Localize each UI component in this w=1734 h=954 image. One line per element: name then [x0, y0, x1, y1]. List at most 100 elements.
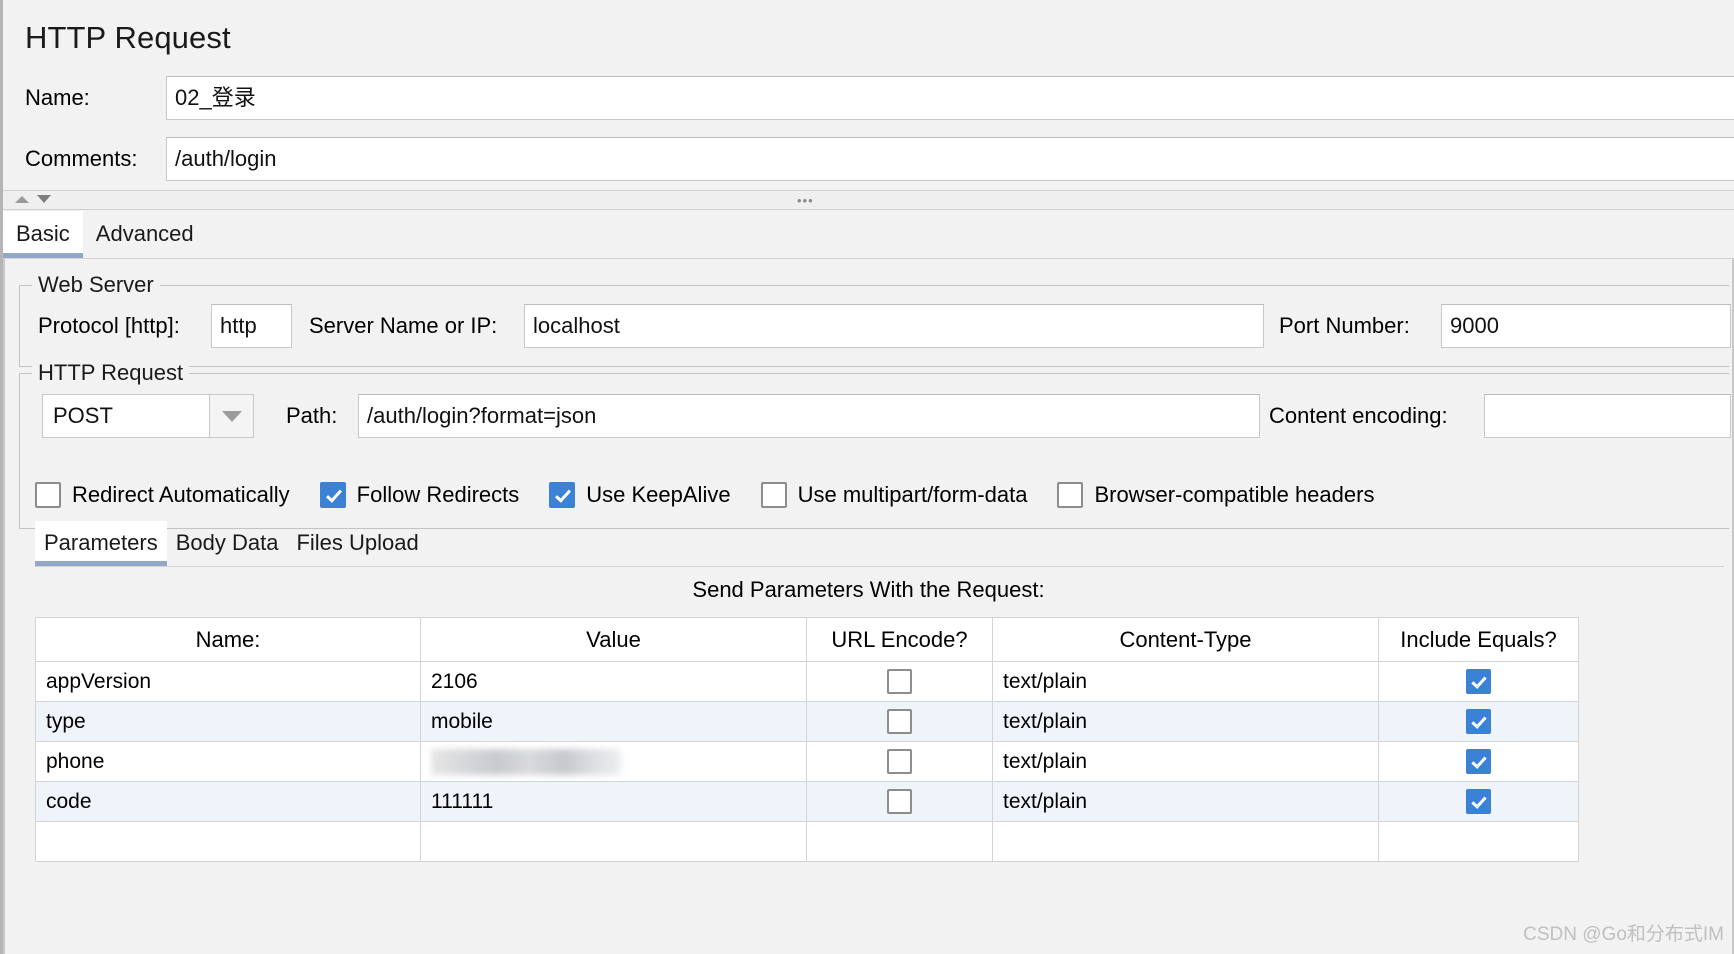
cell-param-name[interactable]: type [35, 701, 421, 742]
checkbox-follow-redirects-label: Follow Redirects [356, 482, 520, 507]
cell-param-name[interactable]: phone [35, 741, 421, 782]
table-row[interactable]: type mobile text/plain [35, 701, 1579, 742]
checkbox-follow-redirects[interactable]: Follow Redirects [319, 482, 520, 508]
comments-input[interactable]: /auth/login [166, 137, 1734, 181]
checkbox-browser-compatible-headers-label: Browser-compatible headers [1094, 482, 1375, 507]
name-row: Name: 02_登录 [3, 76, 1734, 120]
splitter-grip-icon[interactable]: ••• [797, 194, 814, 207]
cell-include-equals[interactable] [1378, 741, 1579, 782]
cell-url-encode[interactable] [806, 661, 993, 702]
server-name-input[interactable]: localhost [524, 304, 1264, 348]
cell-param-value[interactable]: mobile [420, 701, 807, 742]
request-data-tab-bar: Parameters Body Data Files Upload [35, 521, 1724, 567]
http-request-group-title: HTTP Request [32, 360, 190, 386]
cell-include-equals[interactable] [1378, 821, 1579, 862]
cell-param-value-redacted[interactable] [420, 741, 807, 782]
cell-url-encode[interactable] [806, 781, 993, 822]
checkbox-use-keepalive[interactable]: Use KeepAlive [549, 482, 731, 508]
checkbox-include-equals[interactable] [1466, 709, 1491, 734]
cell-param-name[interactable]: code [35, 781, 421, 822]
cell-param-name[interactable] [35, 821, 421, 862]
parameters-table: Name: Value URL Encode? Content-Type Inc… [35, 617, 1579, 862]
cell-url-encode[interactable] [806, 741, 993, 782]
name-input[interactable]: 02_登录 [166, 76, 1734, 120]
protocol-label: Protocol [http]: [38, 313, 180, 338]
checkbox-redirect-automatically-label: Redirect Automatically [72, 482, 290, 507]
cell-url-encode[interactable] [806, 821, 993, 862]
column-header-name[interactable]: Name: [35, 617, 421, 662]
page-title: HTTP Request [25, 20, 231, 55]
tab-basic[interactable]: Basic [3, 211, 83, 258]
redacted-value-icon [431, 748, 621, 775]
name-label: Name: [25, 85, 90, 110]
checkbox-include-equals[interactable] [1466, 789, 1491, 814]
cell-include-equals[interactable] [1378, 661, 1579, 702]
cell-content-type[interactable]: text/plain [992, 741, 1379, 782]
checkbox-use-multipart-form-data-box[interactable] [760, 482, 787, 508]
collapse-up-icon[interactable] [15, 195, 29, 203]
tab-files-upload[interactable]: Files Upload [287, 521, 427, 566]
splitter-arrows [15, 195, 51, 203]
cell-param-name[interactable]: appVersion [35, 661, 421, 702]
tab-advanced[interactable]: Advanced [83, 211, 207, 258]
method-combobox[interactable]: POST [42, 394, 254, 438]
cell-param-value[interactable]: 111111 [420, 781, 807, 822]
tab-body-data[interactable]: Body Data [167, 521, 288, 566]
parameters-table-body: appVersion 2106 text/plain type mobile t… [35, 661, 1579, 862]
port-number-input[interactable]: 9000 [1441, 304, 1731, 348]
checkbox-url-encode[interactable] [887, 709, 912, 734]
splitter-bar[interactable]: ••• [3, 190, 1734, 210]
cell-url-encode[interactable] [806, 701, 993, 742]
port-number-label: Port Number: [1279, 313, 1410, 338]
server-name-label: Server Name or IP: [309, 313, 498, 338]
method-combobox-value: POST [42, 394, 209, 438]
request-options-checkbox-row: Redirect Automatically Follow Redirects … [35, 478, 1404, 512]
checkbox-use-multipart-form-data[interactable]: Use multipart/form-data [760, 482, 1028, 508]
content-encoding-input[interactable] [1484, 394, 1731, 438]
cell-content-type[interactable]: text/plain [992, 701, 1379, 742]
checkbox-browser-compatible-headers[interactable]: Browser-compatible headers [1057, 482, 1374, 508]
web-server-group-title: Web Server [32, 272, 160, 298]
send-parameters-caption: Send Parameters With the Request: [692, 577, 1045, 602]
checkbox-include-equals[interactable] [1466, 669, 1491, 694]
checkbox-use-keepalive-label: Use KeepAlive [586, 482, 731, 507]
cell-content-type[interactable]: text/plain [992, 661, 1379, 702]
column-header-content-type[interactable]: Content-Type [992, 617, 1379, 662]
checkbox-redirect-automatically-box[interactable] [35, 482, 61, 508]
collapse-down-icon[interactable] [37, 195, 51, 203]
checkbox-use-multipart-form-data-label: Use multipart/form-data [797, 482, 1028, 507]
content-encoding-label: Content encoding: [1269, 403, 1448, 428]
cell-include-equals[interactable] [1378, 701, 1579, 742]
checkbox-follow-redirects-box[interactable] [319, 482, 346, 508]
checkbox-url-encode[interactable] [887, 789, 912, 814]
checkbox-browser-compatible-headers-box[interactable] [1057, 482, 1084, 508]
table-row[interactable]: code 111111 text/plain [35, 781, 1579, 822]
column-header-value[interactable]: Value [420, 617, 807, 662]
checkbox-url-encode[interactable] [887, 669, 912, 694]
path-label: Path: [286, 403, 338, 428]
tab-parameters[interactable]: Parameters [35, 521, 167, 566]
cell-param-value[interactable]: 2106 [420, 661, 807, 702]
comments-label: Comments: [25, 146, 138, 171]
table-row[interactable]: phone text/plain [35, 741, 1579, 782]
comments-row: Comments: /auth/login [3, 137, 1734, 181]
checkbox-include-equals[interactable] [1466, 749, 1491, 774]
main-tab-bar: Basic Advanced [3, 211, 1734, 259]
chevron-down-icon[interactable] [209, 394, 254, 438]
panel-header: HTTP Request Name: 02_登录 Comments: /auth… [3, 0, 1734, 190]
cell-include-equals[interactable] [1378, 781, 1579, 822]
column-header-include-equals[interactable]: Include Equals? [1378, 617, 1579, 662]
table-row[interactable] [35, 821, 1579, 862]
checkbox-redirect-automatically[interactable]: Redirect Automatically [35, 482, 290, 508]
watermark: CSDN @Go和分布式IM [1523, 924, 1724, 945]
column-header-url-encode[interactable]: URL Encode? [806, 617, 993, 662]
checkbox-url-encode[interactable] [887, 749, 912, 774]
parameters-table-head: Name: Value URL Encode? Content-Type Inc… [35, 617, 1579, 662]
cell-param-value[interactable] [420, 821, 807, 862]
cell-content-type[interactable] [992, 821, 1379, 862]
table-row[interactable]: appVersion 2106 text/plain [35, 661, 1579, 702]
checkbox-use-keepalive-box[interactable] [549, 482, 576, 508]
protocol-input[interactable]: http [211, 304, 292, 348]
cell-content-type[interactable]: text/plain [992, 781, 1379, 822]
path-input[interactable]: /auth/login?format=json [358, 394, 1260, 438]
